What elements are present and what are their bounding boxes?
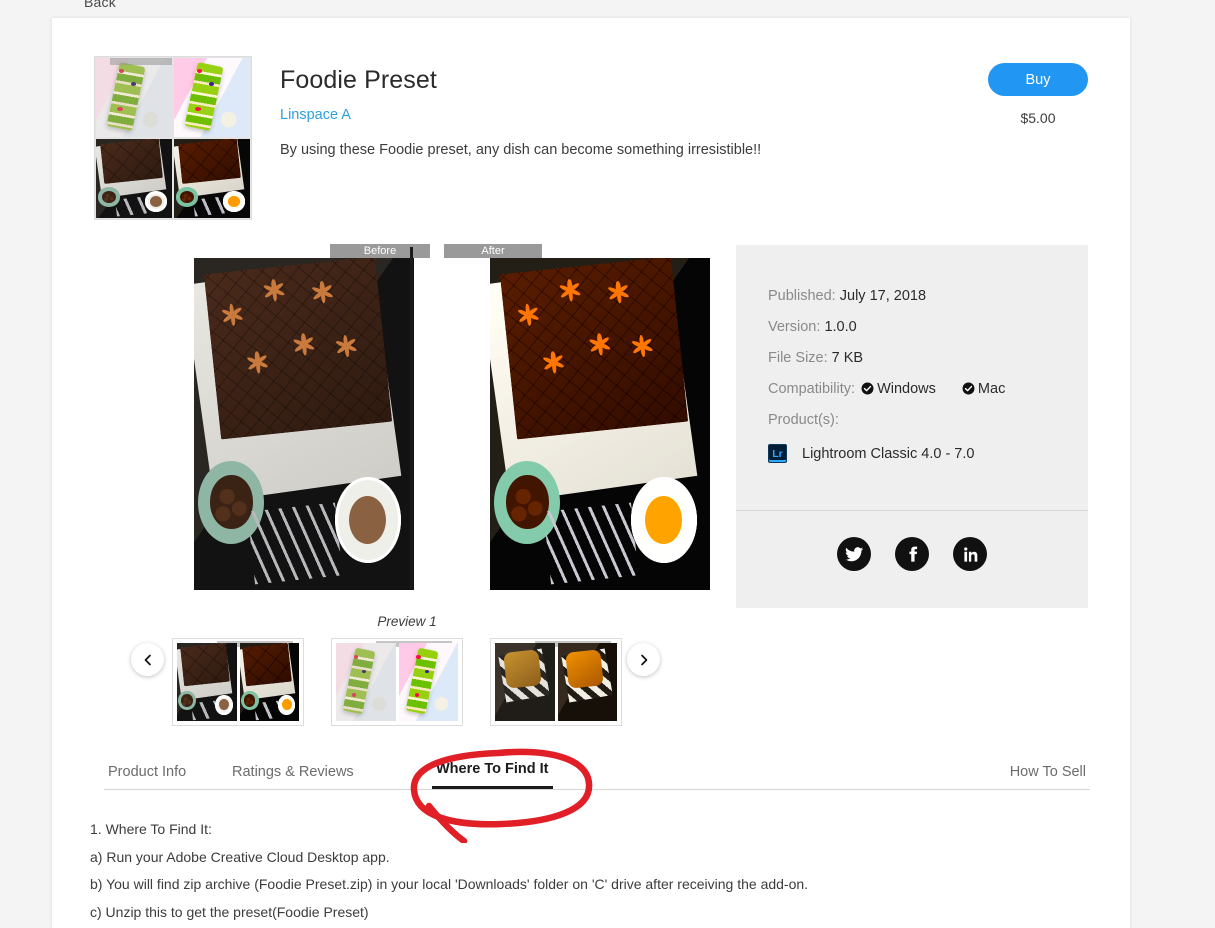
comparison-tag-bar: Before After: [126, 244, 688, 258]
published-label: Published:: [768, 288, 836, 304]
social-share-row: [736, 537, 1088, 571]
product-item-row: Lr Lightroom Classic 4.0 - 7.0: [768, 444, 1088, 463]
buy-button[interactable]: Buy: [988, 63, 1088, 96]
version-label: Version:: [768, 319, 821, 335]
product-description: By using these Foodie preset, any dish c…: [280, 142, 762, 158]
body-line: 1. Where To Find It:: [90, 821, 212, 837]
published-value: July 17, 2018: [839, 288, 927, 304]
body-line: a) Run your Adobe Creative Cloud Desktop…: [90, 848, 390, 865]
gallery-cell-brownie-before[interactable]: [95, 138, 173, 219]
check-circle-icon: [962, 382, 975, 395]
page-title: Foodie Preset: [280, 66, 437, 94]
version-row: Version: 1.0.0: [768, 319, 1088, 335]
compat-mac-label: Mac: [977, 381, 1006, 397]
tab-content: 1. Where To Find It: a) Run your Adobe C…: [90, 818, 1090, 928]
gallery-cell-cake-after[interactable]: [173, 57, 251, 138]
products-label-row: Product(s):: [768, 412, 1088, 428]
cake-scene-before: [96, 58, 172, 137]
facebook-icon: [908, 546, 917, 562]
body-line: b) You will find zip archive (Foodie Pre…: [90, 876, 809, 893]
twitter-share-button[interactable]: [837, 537, 871, 571]
preview-image-before: [194, 258, 414, 590]
gallery-cell-brownie-after[interactable]: [173, 138, 251, 219]
gallery-cell-cake-before[interactable]: [95, 57, 173, 138]
body-line: c) Unzip this to get the preset(Foodie P…: [90, 904, 369, 921]
products-label: Product(s):: [768, 412, 839, 428]
chevron-right-icon: [640, 654, 647, 665]
compatibility-row: Compatibility: Windows Mac: [768, 381, 1088, 397]
compatibility-label: Compatibility:: [768, 381, 856, 397]
thumbnail-item[interactable]: [172, 638, 304, 726]
facebook-share-button[interactable]: [895, 537, 929, 571]
product-detail-card: Foodie Preset Linspace A By using these …: [52, 18, 1130, 928]
thumb-before: [336, 643, 396, 721]
product-header: Foodie Preset Linspace A By using these …: [52, 18, 1130, 228]
product-name: Lightroom Classic 4.0 - 7.0: [802, 445, 975, 462]
carousel-prev-button[interactable]: [131, 643, 164, 676]
filesize-label: File Size:: [768, 350, 828, 366]
how-to-sell-link[interactable]: How To Sell: [1006, 764, 1090, 789]
published-row: Published: July 17, 2018: [768, 288, 1088, 304]
brownie-scene-before: [96, 139, 172, 218]
linkedin-share-button[interactable]: [953, 537, 987, 571]
thumb-after: [239, 643, 299, 721]
cake-scene-after: [174, 58, 250, 137]
version-value: 1.0.0: [824, 319, 857, 335]
brownie-scene-after: [174, 139, 250, 218]
before-tag: Before: [330, 244, 430, 258]
thumbnail-carousel: [52, 638, 1130, 748]
product-info-panel: Published: July 17, 2018 Version: 1.0.0 …: [736, 245, 1088, 608]
thumb-before: [177, 643, 237, 721]
tab-ratings-reviews[interactable]: Ratings & Reviews: [228, 764, 358, 789]
compat-windows-label: Windows: [877, 381, 936, 397]
linkedin-icon: [963, 546, 977, 562]
twitter-icon: [845, 546, 863, 561]
back-link[interactable]: Back: [84, 0, 116, 10]
comparison-divider-handle[interactable]: [410, 247, 414, 589]
filesize-value: 7 KB: [831, 350, 864, 366]
panel-divider: [736, 510, 1088, 511]
author-link[interactable]: Linspace A: [280, 107, 351, 123]
carousel-next-button[interactable]: [627, 643, 660, 676]
price-label: $5.00: [1020, 110, 1056, 126]
thumbnail-item[interactable]: [331, 638, 463, 726]
compat-windows: Windows: [861, 381, 936, 397]
before-after-comparison[interactable]: Before After: [126, 244, 710, 590]
thumb-after: [398, 643, 458, 721]
compat-mac: Mac: [962, 381, 1005, 397]
thumbnail-list: [172, 638, 622, 732]
product-thumbnail-grid[interactable]: [94, 56, 252, 220]
thumb-before: [495, 643, 555, 721]
chevron-left-icon: [144, 654, 151, 665]
gallery-tag-bar: [109, 58, 172, 65]
preview-image-after: [490, 258, 710, 590]
preview-caption: Preview 1: [377, 614, 437, 629]
after-tag: After: [444, 244, 542, 258]
filesize-row: File Size: 7 KB: [768, 350, 1088, 366]
check-circle-icon: [861, 382, 874, 395]
lightroom-icon: Lr: [768, 444, 787, 463]
thumbnail-item[interactable]: [490, 638, 622, 726]
tab-product-info[interactable]: Product Info: [104, 764, 190, 789]
tab-where-to-find-it[interactable]: Where To Find It: [432, 761, 553, 789]
thumb-after: [557, 643, 617, 721]
tab-bar: Product Info Ratings & Reviews Where To …: [104, 748, 1090, 790]
